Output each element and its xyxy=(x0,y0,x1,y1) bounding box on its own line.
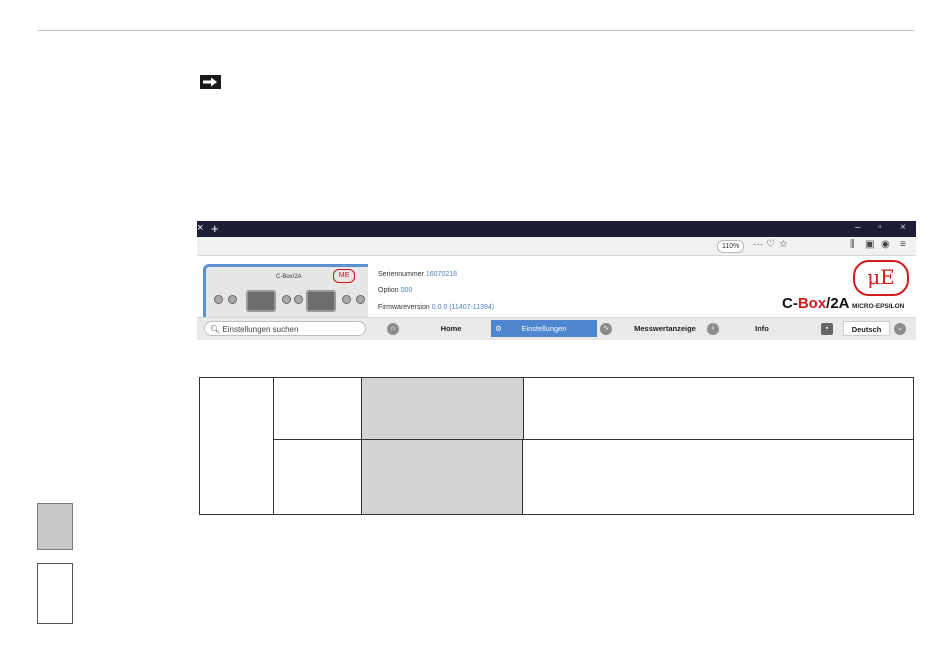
option-row: Option 000 xyxy=(378,287,412,294)
firmware-value: 0.0.0 (11407-11394) xyxy=(431,304,495,311)
sensor-port xyxy=(306,290,336,312)
table-divider xyxy=(522,439,523,514)
table-divider xyxy=(273,439,913,440)
more-icon[interactable]: ··· xyxy=(753,239,763,250)
gear-icon: ⚙ xyxy=(495,324,502,333)
section-marker xyxy=(37,503,73,550)
device-label: C-Box/2A xyxy=(276,274,302,280)
language-select[interactable]: Deutsch xyxy=(843,321,890,336)
save-icon[interactable]: ▪ xyxy=(821,323,833,335)
table-cell xyxy=(362,378,523,439)
option-value: 000 xyxy=(400,287,413,294)
library-icon[interactable]: ⫼ xyxy=(850,239,855,250)
tab-close-icon[interactable]: × xyxy=(197,222,203,234)
table-divider xyxy=(361,378,362,514)
info-icon: i xyxy=(707,323,719,335)
window-close-icon[interactable]: × xyxy=(900,222,906,233)
section-marker xyxy=(37,563,73,624)
serial-row: Seriennummer 16070218 xyxy=(378,271,457,278)
micro-epsilon-logo: μE xyxy=(853,260,909,296)
settings-search-input[interactable]: 🔍︎ Einstellungen suchen xyxy=(204,321,366,336)
browser-titlebar: × + – ▫ × xyxy=(197,221,916,237)
table-divider xyxy=(273,378,274,514)
pocket-icon[interactable]: ♡ xyxy=(766,239,775,250)
new-tab-icon[interactable]: + xyxy=(211,221,219,236)
device-knob xyxy=(214,295,223,304)
url-bar[interactable]: 110% ··· ♡ ☆ ⫼ ▣ ◉ ≡ xyxy=(197,237,916,256)
zoom-level[interactable]: 110% xyxy=(717,240,745,253)
device-logo: ME xyxy=(333,269,355,283)
option-label: Option xyxy=(378,287,399,294)
device-knob xyxy=(356,295,365,304)
serial-label: Seriennummer xyxy=(378,271,424,278)
device-knob xyxy=(282,295,291,304)
device-knob xyxy=(294,295,303,304)
nav-settings[interactable]: ⚙ Einstellungen xyxy=(491,320,597,337)
table-cell xyxy=(362,440,522,514)
app-navbar: 🔍︎ Einstellungen suchen ⌂ Home ⚙ Einstell… xyxy=(197,317,916,340)
device-knob xyxy=(228,295,237,304)
settings-table xyxy=(199,377,914,515)
firmware-row: Firmwareversion 0.0.0 (11407-11394) xyxy=(378,304,494,311)
account-icon[interactable]: ◉ xyxy=(881,239,890,250)
sidebar-icon[interactable]: ▣ xyxy=(865,239,874,250)
minimize-icon[interactable]: – xyxy=(855,222,861,233)
firmware-label: Firmwareversion xyxy=(378,304,430,311)
menu-icon[interactable]: ≡ xyxy=(900,239,906,250)
header-rule xyxy=(38,30,914,31)
sensor-port xyxy=(246,290,276,312)
search-icon: 🔍︎ xyxy=(210,325,221,334)
star-icon[interactable]: ☆ xyxy=(779,239,788,250)
restore-icon[interactable]: ▫ xyxy=(878,222,882,233)
home-icon: ⌂ xyxy=(387,323,399,335)
nav-info[interactable]: Info xyxy=(722,320,802,337)
product-title: C-Box/2A xyxy=(782,295,850,312)
device-image: C-Box/2A ME xyxy=(203,264,368,317)
logo-text: MICRO-EPSILON xyxy=(852,303,905,310)
chevron-down-icon[interactable]: ⌄ xyxy=(894,323,906,335)
wave-icon: ∿ xyxy=(600,323,612,335)
table-divider xyxy=(523,378,524,439)
nav-measure[interactable]: Messwertanzeige xyxy=(615,320,715,337)
device-knob xyxy=(342,295,351,304)
app-header: C-Box/2A ME Seriennummer 16070218 Option… xyxy=(197,256,916,317)
serial-value: 16070218 xyxy=(425,271,458,278)
arrow-right-icon xyxy=(200,75,221,89)
nav-home[interactable]: Home xyxy=(405,320,497,337)
browser-screenshot: × + – ▫ × 110% ··· ♡ ☆ ⫼ ▣ ◉ ≡ C-Box/2A … xyxy=(197,221,916,341)
